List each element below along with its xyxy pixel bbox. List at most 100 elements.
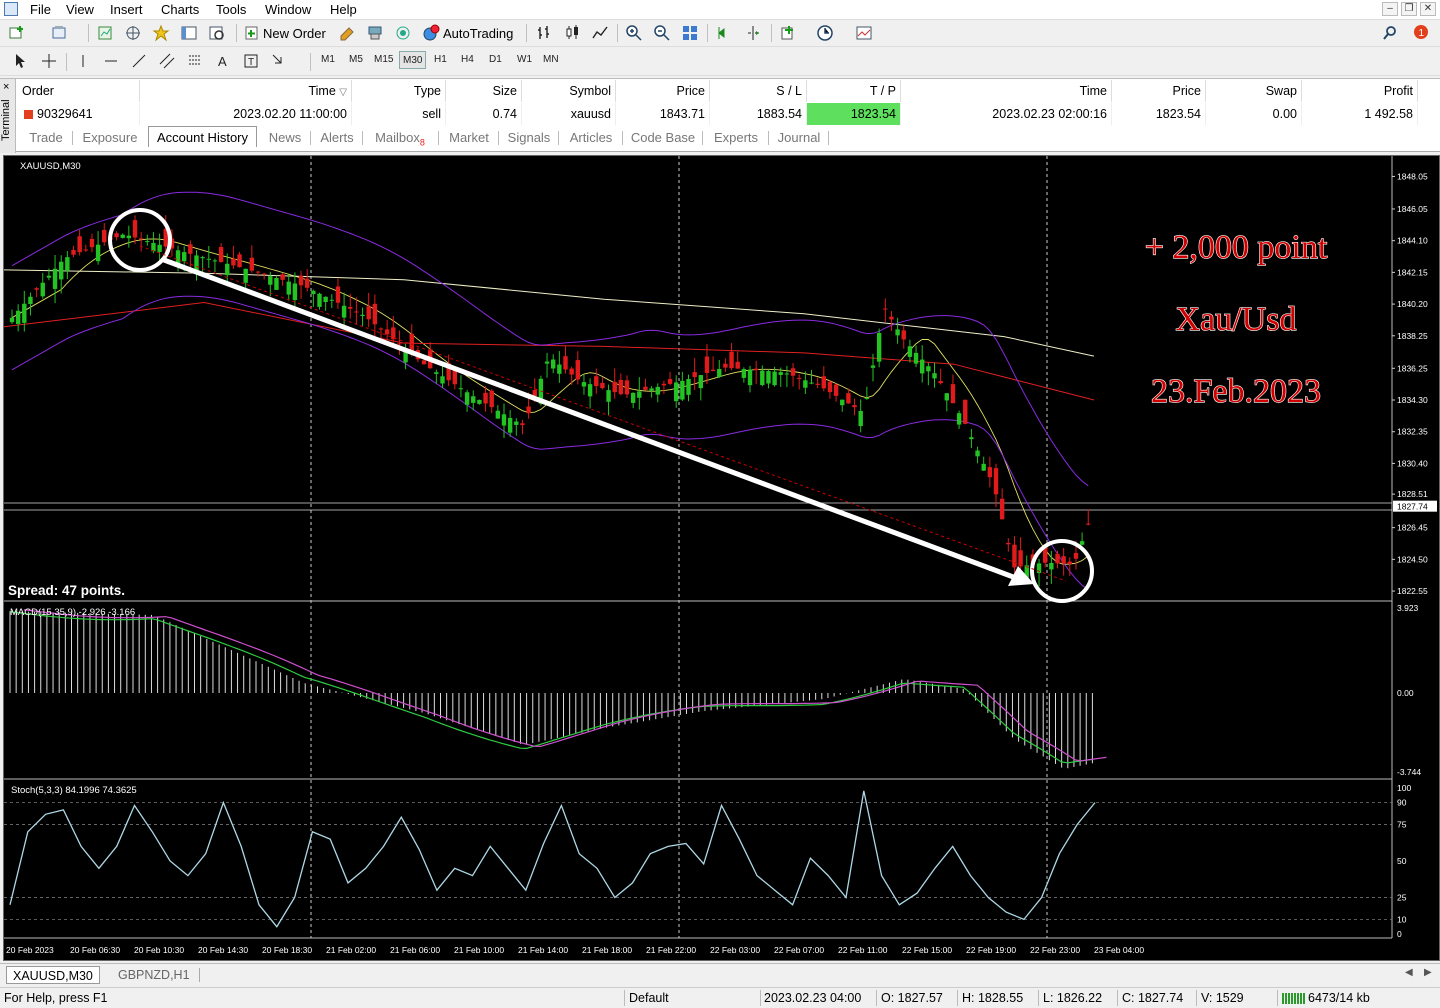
close-icon[interactable]: ✕ [1420, 2, 1436, 16]
chart-shift-icon[interactable] [744, 24, 762, 42]
line-chart-icon[interactable] [591, 24, 609, 42]
bar-chart-icon[interactable] [535, 24, 553, 42]
candle-body [821, 376, 826, 389]
signals-icon[interactable] [394, 24, 412, 42]
col-order[interactable]: Order [18, 80, 140, 102]
menu-insert[interactable]: Insert [110, 2, 143, 17]
text-icon[interactable]: A [214, 52, 232, 70]
chart-window[interactable]: 1848.05 1846.05 1844.10 1842.15 1840.20 1838.… [3, 155, 1440, 961]
tab-code-base[interactable]: Code Base [626, 127, 700, 148]
equidistant-channel-icon[interactable] [158, 52, 176, 70]
col-size[interactable]: Size [446, 80, 522, 102]
zoom-in-icon[interactable] [625, 24, 643, 42]
tab-experts[interactable]: Experts [706, 127, 766, 148]
terminal-window-icon[interactable] [180, 24, 198, 42]
horizontal-line-icon[interactable] [102, 52, 120, 70]
col-close-price[interactable]: Price [1112, 80, 1206, 102]
metaeditor-icon[interactable] [338, 24, 356, 42]
tab-articles[interactable]: Articles [562, 127, 620, 148]
svg-text:A: A [218, 54, 227, 69]
tab-trade[interactable]: Trade [22, 127, 70, 148]
navigator-icon[interactable] [124, 24, 142, 42]
crosshair-icon[interactable] [40, 52, 58, 70]
chart-tab-xauusd[interactable]: XAUUSD,M30 [6, 966, 100, 984]
candle-body [932, 373, 937, 379]
tab-market[interactable]: Market [442, 127, 496, 148]
tab-mailbox[interactable]: Mailbox8 [366, 127, 434, 148]
tf-d1[interactable]: D1 [486, 51, 505, 69]
tab-account-history[interactable]: Account History [148, 126, 257, 147]
col-open-time[interactable]: Time ▽ [140, 80, 352, 102]
search-icon[interactable] [1381, 24, 1399, 42]
autotrading-icon[interactable] [422, 24, 440, 42]
tf-h1[interactable]: H1 [431, 51, 450, 69]
favorites-icon[interactable] [152, 24, 170, 42]
candle-body [218, 246, 224, 263]
vertical-line-icon[interactable] [74, 52, 92, 70]
periods-clock-icon[interactable] [816, 24, 834, 42]
tab-signals[interactable]: Signals [502, 127, 556, 148]
main-toolbar: New Order AutoTrading 1 [0, 21, 1440, 47]
menu-window[interactable]: Window [265, 2, 311, 17]
candle-body [329, 299, 334, 301]
stoch-label: Stoch(5,3,3) 84.1996 74.3625 [11, 785, 137, 796]
col-open-price[interactable]: Price [616, 80, 710, 102]
arrows-icon[interactable] [270, 52, 288, 70]
chart-canvas[interactable]: 1848.05 1846.05 1844.10 1842.15 1840.20 1838.… [4, 156, 1439, 960]
tf-m1[interactable]: M1 [318, 51, 338, 69]
templates-icon[interactable] [855, 24, 873, 42]
tile-windows-icon[interactable] [681, 24, 699, 42]
menu-tools[interactable]: Tools [216, 2, 246, 17]
chart-tab-gbpnzd[interactable]: GBPNZD,H1 [112, 966, 196, 984]
col-swap[interactable]: Swap [1206, 80, 1302, 102]
col-sl[interactable]: S / L [710, 80, 807, 102]
profile-name[interactable]: Default [629, 991, 669, 1005]
menu-file[interactable]: File [30, 2, 51, 17]
new-chart-icon[interactable] [8, 24, 26, 42]
tf-m5[interactable]: M5 [346, 51, 366, 69]
new-order-icon[interactable] [243, 24, 261, 42]
cursor-icon[interactable] [11, 52, 29, 70]
cell-size: 0.74 [446, 103, 522, 125]
menu-view[interactable]: View [66, 2, 94, 17]
app-logo-icon [4, 2, 18, 16]
menu-charts[interactable]: Charts [161, 2, 199, 17]
tf-m30[interactable]: M30 [399, 51, 427, 69]
autotrading-button[interactable]: AutoTrading [443, 26, 513, 41]
col-symbol[interactable]: Symbol [522, 80, 616, 102]
menu-help[interactable]: Help [330, 2, 357, 17]
minimize-icon[interactable]: – [1382, 2, 1398, 16]
profiles-icon[interactable] [50, 24, 68, 42]
price-tick-label: 1844.10 [1397, 236, 1428, 246]
tab-news[interactable]: News [262, 127, 308, 148]
tf-mn[interactable]: MN [540, 51, 562, 69]
col-type[interactable]: Type [352, 80, 446, 102]
scroll-left-icon[interactable]: ◀ [1405, 967, 1413, 978]
tab-journal[interactable]: Journal [772, 127, 826, 148]
candle-body [89, 238, 95, 248]
tab-exposure[interactable]: Exposure [76, 127, 144, 148]
col-tp[interactable]: T / P [807, 80, 901, 102]
tf-m15[interactable]: M15 [371, 51, 396, 69]
text-label-icon[interactable]: T [242, 52, 260, 70]
restore-icon[interactable]: ❐ [1401, 2, 1417, 16]
svg-text:1: 1 [1419, 28, 1425, 39]
zoom-out-icon[interactable] [653, 24, 671, 42]
tf-h4[interactable]: H4 [458, 51, 477, 69]
strategy-tester-icon[interactable] [208, 24, 226, 42]
auto-scroll-icon[interactable] [716, 24, 734, 42]
tf-w1[interactable]: W1 [514, 51, 535, 69]
one-click-trading-icon[interactable] [366, 24, 384, 42]
candlestick-icon[interactable] [563, 24, 581, 42]
col-profit[interactable]: Profit [1302, 80, 1418, 102]
fibonacci-icon[interactable] [186, 52, 204, 70]
trendline-icon[interactable] [130, 52, 148, 70]
tab-alerts[interactable]: Alerts [314, 127, 360, 148]
scroll-right-icon[interactable]: ▶ [1424, 967, 1432, 978]
cell-symbol: xauusd [522, 103, 616, 125]
col-close-time[interactable]: Time [901, 80, 1112, 102]
new-order-button[interactable]: New Order [263, 26, 326, 41]
notifications-icon[interactable]: 1 [1410, 24, 1428, 42]
market-watch-icon[interactable] [96, 24, 114, 42]
indicators-icon[interactable] [779, 24, 797, 42]
